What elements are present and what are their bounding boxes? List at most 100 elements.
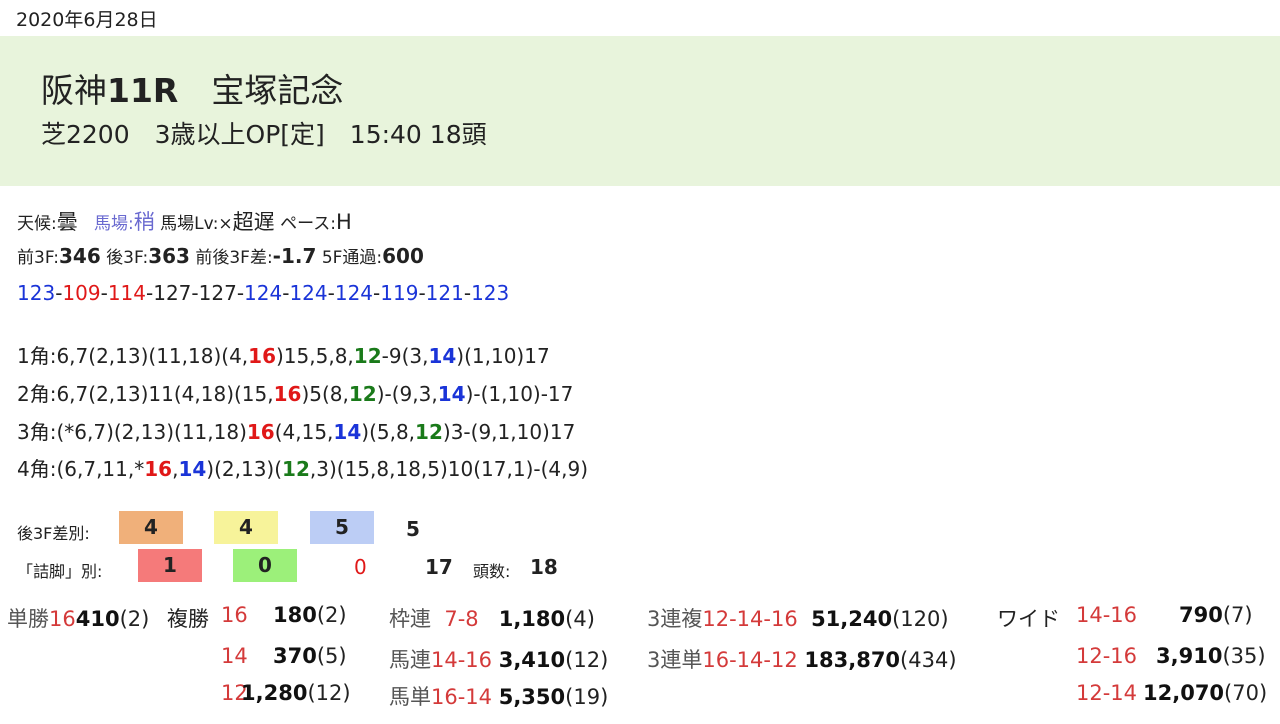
payout-sanrentan: 3連単16-14-12 183,870(434) <box>647 648 957 672</box>
highlighted-horse: 16 <box>144 457 173 481</box>
heads-label: 頭数: <box>473 562 511 581</box>
baba-lv-value: 超遅 <box>232 210 275 234</box>
lap-time: 124 <box>334 281 374 305</box>
highlighted-horse: 12 <box>348 382 377 406</box>
pace-value: H <box>335 210 352 234</box>
highlighted-horse: 14 <box>333 420 362 444</box>
lap-time: 124 <box>244 281 283 305</box>
highlighted-horse: 16 <box>273 382 302 406</box>
l3-diff-box-orange: 4 <box>119 511 183 544</box>
lap-time: 123 <box>17 281 56 305</box>
venue: 阪神 <box>41 71 107 110</box>
corner-text: )(5,8, <box>361 420 416 444</box>
baba-label: 馬場: <box>93 214 134 234</box>
f5-value: 600 <box>382 244 424 268</box>
highlighted-horse: 12 <box>282 457 310 481</box>
tsume-label: 「詰脚」別: <box>17 562 103 581</box>
race-date: 2020年6月28日 <box>16 9 158 31</box>
corner-text: )15,5,8, <box>276 344 354 368</box>
lap-separator: - <box>327 281 335 305</box>
fukusho-row: 180(2) <box>273 603 347 627</box>
highlighted-horse: 12 <box>353 344 382 368</box>
l3-diff-label: 後3F差別: <box>17 524 90 543</box>
heads-value: 18 <box>530 555 558 579</box>
corner-text: 3角:(*6,7)(2,13)(11,18) <box>17 420 247 444</box>
corner-row: 3角:(*6,7)(2,13)(11,18)16(4,15,14)(5,8,12… <box>17 416 575 445</box>
corner-text: 2角:6,7(2,13)11(4,18)(15, <box>17 382 274 406</box>
wide-label: ワイド <box>997 607 1060 631</box>
weather-value: 曇 <box>56 210 78 234</box>
highlighted-horse: 14 <box>437 382 466 406</box>
wide-row: 12-14 <box>1076 681 1138 705</box>
corner-text: (4,15, <box>274 420 334 444</box>
f3-label: 前3F: <box>17 248 60 268</box>
highlighted-horse: 14 <box>178 457 207 481</box>
baba-value: 稍 <box>133 210 155 234</box>
highlighted-horse: 12 <box>415 420 443 444</box>
lap-separator: - <box>100 281 108 305</box>
payout-umatan: 馬単16-14 5,350(19) <box>389 685 609 709</box>
fukusho-row: 16 <box>221 603 248 627</box>
lap-time: 127 <box>153 281 192 305</box>
tsume-box-red: 1 <box>138 549 202 582</box>
diff-value: -1.7 <box>272 244 317 268</box>
tsume-box-green: 0 <box>233 549 297 582</box>
l3-diff-box-blue: 5 <box>310 511 374 544</box>
wide-row: 14-16 <box>1076 603 1138 627</box>
f3-value: 346 <box>59 244 101 268</box>
lap-time: 114 <box>107 281 146 305</box>
l3-label: 後3F: <box>106 248 149 268</box>
tansho-combo: 16 <box>49 607 76 631</box>
corner-text: -9(3, <box>381 344 429 368</box>
l3-diff-other: 5 <box>406 517 420 541</box>
diff-label: 前後3F差: <box>195 248 273 268</box>
corner-row: 2角:6,7(2,13)11(4,18)(15,16)5(8,12)-(9,3,… <box>17 378 573 407</box>
corner-row: 1角:6,7(2,13)(11,18)(4,16)15,5,8,12-9(3,1… <box>17 340 550 369</box>
corner-text: 4角:(6,7,11,* <box>17 457 145 481</box>
fukusho-label: 複勝 <box>167 607 209 631</box>
fukusho-row: 1,280(12) <box>241 681 351 705</box>
l3-value: 363 <box>148 244 190 268</box>
wide-row: 3,910(35) <box>1156 644 1266 668</box>
time-info-row: 前3F:346 後3F:363 前後3F差:-1.7 5F通過:600 <box>17 243 424 268</box>
lap-time: 119 <box>380 281 419 305</box>
lap-time: 121 <box>425 281 464 305</box>
lap-times: 123-109-114-127-127-124-124-124-119-121-… <box>17 281 509 305</box>
corner-text: )(2,13)( <box>206 457 283 481</box>
pace-label: ペース: <box>280 214 336 234</box>
tansho-label: 単勝 <box>7 607 49 631</box>
baba-lv-label: 馬場Lv:× <box>160 214 233 234</box>
corner-text: )3-(9,1,10)17 <box>442 420 576 444</box>
tsume-zero: 0 <box>354 555 367 579</box>
fukusho-row: 370(5) <box>273 644 347 668</box>
lap-separator: - <box>463 281 472 305</box>
tansho-pop: (2) <box>119 607 150 631</box>
race-title: 阪神11R 宝塚記念 <box>41 64 343 112</box>
track-info-row: 天候:曇 馬場:稍 馬場Lv:×超遅 ペース:H <box>17 206 352 236</box>
race-number: 11R <box>107 71 179 110</box>
highlighted-horse: 16 <box>246 420 275 444</box>
corner-text: 1角:6,7(2,13)(11,18)(4, <box>17 344 249 368</box>
race-conditions: 芝2200 3歳以上OP[定] 15:40 18頭 <box>41 120 487 149</box>
wide-row: 790(7) <box>1179 603 1253 627</box>
lap-time: 109 <box>62 281 101 305</box>
corner-text: )(1,10)17 <box>456 344 550 368</box>
wide-row: 12-16 <box>1076 644 1138 668</box>
highlighted-horse: 14 <box>428 344 457 368</box>
corner-text: )5(8, <box>301 382 349 406</box>
lap-time: 124 <box>289 281 328 305</box>
payout-wakuren: 枠連 7-8 1,180(4) <box>389 607 595 631</box>
f5-label: 5F通過: <box>321 248 383 268</box>
fukusho-row: 14 <box>221 644 248 668</box>
payout-tansho: 単勝16410(2) <box>7 603 149 633</box>
lap-separator: - <box>236 281 245 305</box>
lap-time: 123 <box>471 281 510 305</box>
weather-label: 天候: <box>17 214 57 234</box>
race-name: 宝塚記念 <box>211 71 344 110</box>
corner-text: ,3)(15,8,18,5)10(17,1)-(4,9) <box>309 457 589 481</box>
corner-text: )-(9,3, <box>376 382 438 406</box>
wide-row: 12,070(70) <box>1143 681 1268 705</box>
payout-sanrenpuku: 3連複12-14-16 51,240(120) <box>647 607 949 631</box>
tansho-amount: 410 <box>75 607 120 631</box>
l3-diff-box-yellow: 4 <box>214 511 278 544</box>
